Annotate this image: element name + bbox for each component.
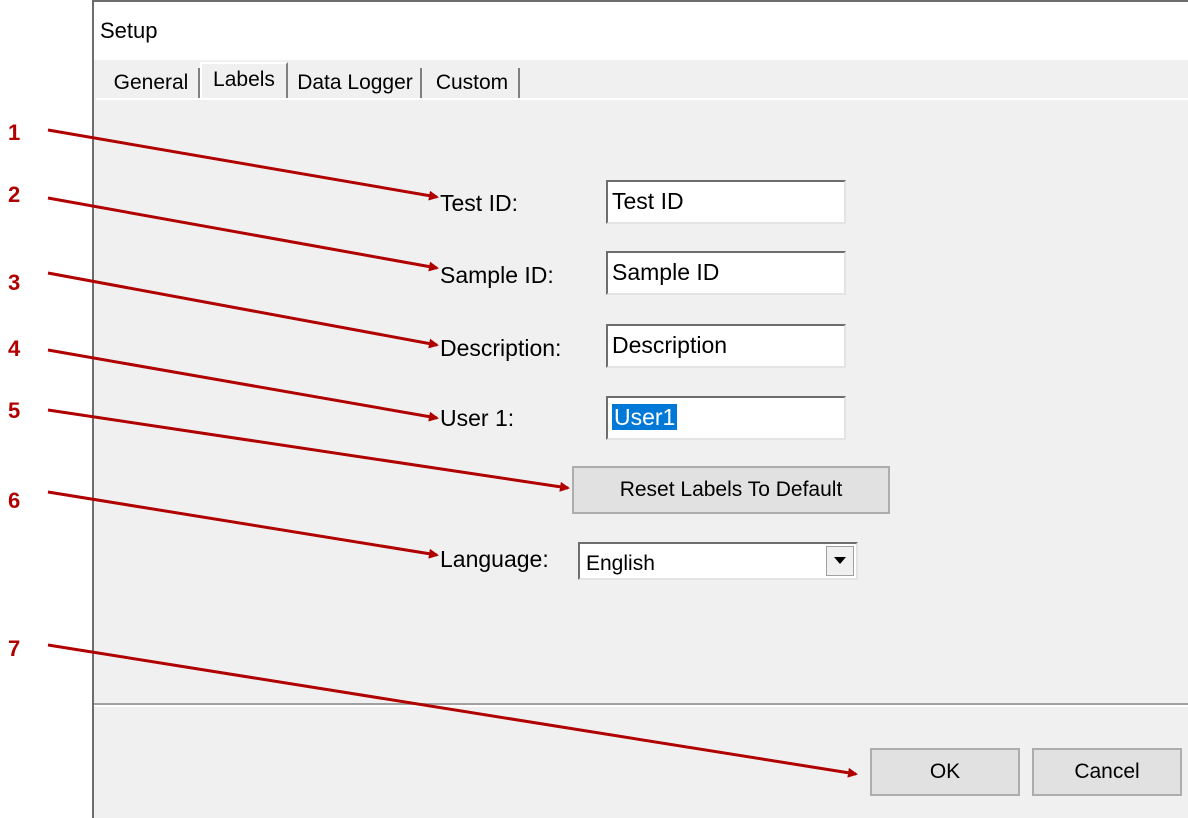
- callout-arrow-5: [47, 408, 570, 492]
- callout-arrow-2: [47, 196, 439, 272]
- callout-arrow-3: [47, 271, 439, 349]
- callout-arrow-6: [47, 490, 439, 559]
- callout-arrow-1: [47, 128, 439, 201]
- callout-arrow-7: [47, 643, 858, 778]
- callout-arrow-4: [47, 348, 439, 422]
- callout-arrows: [47, 128, 858, 778]
